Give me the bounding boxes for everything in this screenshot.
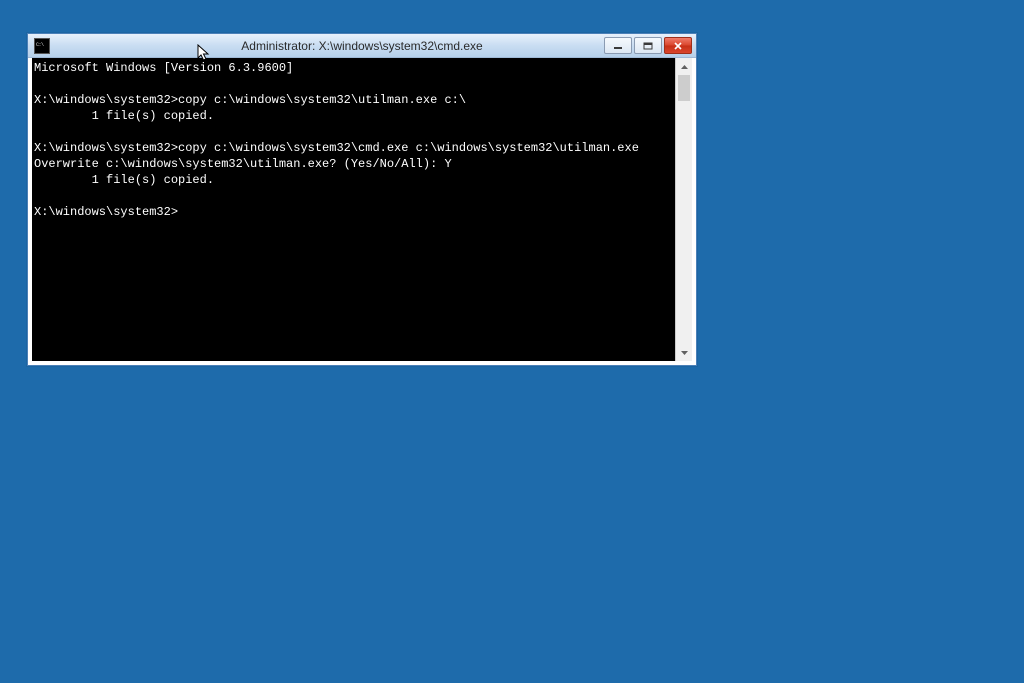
vertical-scrollbar[interactable] [675, 58, 692, 361]
window-title: Administrator: X:\windows\system32\cmd.e… [241, 39, 482, 53]
scroll-track[interactable] [676, 75, 692, 344]
titlebar[interactable]: Administrator: X:\windows\system32\cmd.e… [28, 34, 696, 58]
window-controls [604, 37, 692, 54]
command-prompt-window: Administrator: X:\windows\system32\cmd.e… [27, 33, 697, 366]
close-icon [672, 41, 684, 51]
maximize-icon [643, 42, 653, 50]
maximize-button[interactable] [634, 37, 662, 54]
scroll-thumb[interactable] [678, 75, 690, 101]
close-button[interactable] [664, 37, 692, 54]
minimize-button[interactable] [604, 37, 632, 54]
client-area: Microsoft Windows [Version 6.3.9600] X:\… [32, 58, 692, 361]
scroll-down-button[interactable] [676, 344, 692, 361]
chevron-up-icon [680, 64, 689, 70]
minimize-icon [613, 42, 623, 50]
cmd-icon [34, 38, 50, 54]
terminal-output[interactable]: Microsoft Windows [Version 6.3.9600] X:\… [32, 58, 675, 361]
scroll-up-button[interactable] [676, 58, 692, 75]
chevron-down-icon [680, 350, 689, 356]
